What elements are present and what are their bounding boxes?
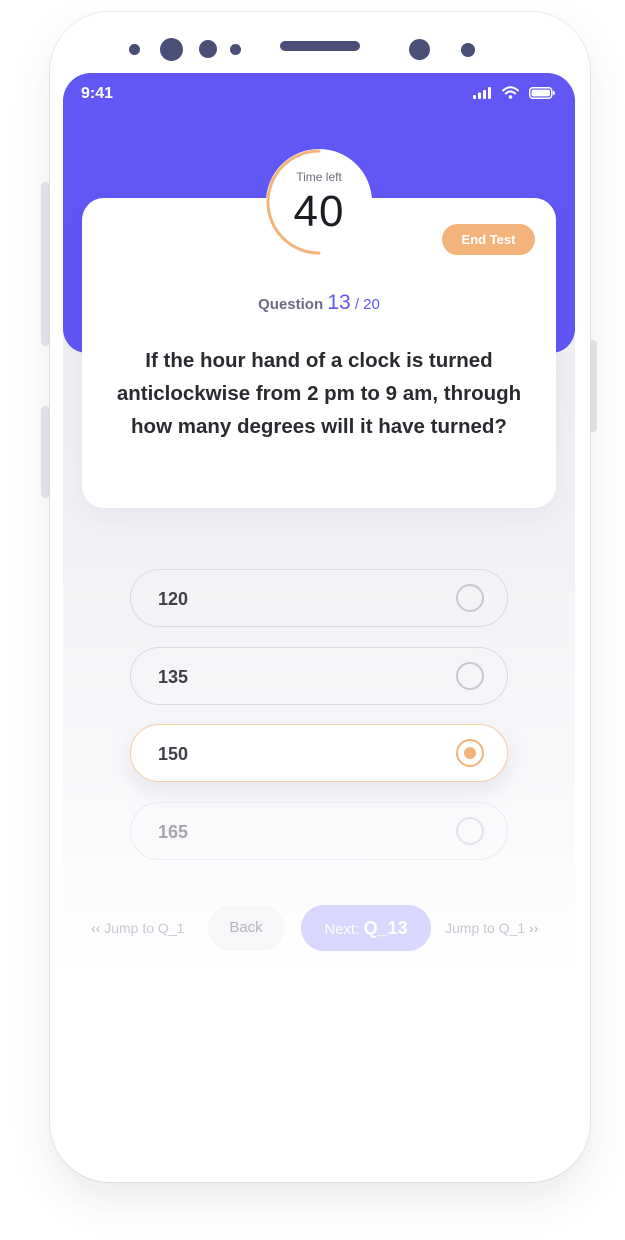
- radio-selected-icon[interactable]: [456, 739, 484, 767]
- question-text: If the hour hand of a clock is turned an…: [116, 349, 522, 438]
- back-button[interactable]: Back: [208, 905, 284, 951]
- double-chevron-right-icon: ››: [529, 920, 539, 936]
- question-counter: Question 13 / 20: [82, 291, 556, 315]
- answer-option-2[interactable]: 135: [130, 647, 508, 705]
- jump-prev-label: Jump to Q_1: [104, 920, 185, 936]
- option-label: 135: [158, 667, 189, 687]
- countdown-timer: Time left 40: [266, 149, 372, 255]
- double-chevron-left-icon: ‹‹: [91, 920, 101, 936]
- option-label: 120: [158, 589, 189, 609]
- signal-icon: [473, 86, 491, 99]
- camera-dot-icon: [129, 44, 140, 55]
- next-target: Q_13: [363, 918, 408, 938]
- timer-value: 40: [293, 187, 345, 236]
- answer-option-4[interactable]: 165: [130, 802, 508, 860]
- radio-icon[interactable]: [456, 662, 484, 690]
- proximity-sensor-icon: [461, 43, 475, 57]
- front-camera-icon: [409, 39, 430, 60]
- sensor-icon: [199, 40, 217, 58]
- app-screen: 9:41 Time left 40 End Test Question 13 /…: [63, 73, 575, 1083]
- speaker-grille: [280, 41, 360, 51]
- phone-side-button: [41, 182, 50, 346]
- status-time: 9:41: [81, 85, 114, 102]
- status-bar: 9:41: [63, 73, 575, 117]
- question-total: / 20: [354, 296, 380, 313]
- option-label: 165: [158, 822, 189, 842]
- answer-option-3[interactable]: 150: [130, 724, 508, 782]
- battery-icon: [529, 86, 555, 99]
- next-button[interactable]: Next: Q_13: [301, 905, 431, 951]
- radio-icon[interactable]: [456, 817, 484, 845]
- answer-option-1[interactable]: 120: [130, 569, 508, 627]
- sensor-dot-icon: [230, 44, 241, 55]
- jump-prev-link[interactable]: ‹‹ Jump to Q_1: [91, 905, 184, 951]
- camera-lens-icon: [160, 38, 183, 61]
- jump-next-label: Jump to Q_1: [445, 920, 526, 936]
- jump-next-link[interactable]: Jump to Q_1 ››: [445, 905, 538, 951]
- timer-label: Time left: [296, 170, 342, 184]
- status-icons: [473, 86, 555, 99]
- option-label: 150: [158, 744, 189, 764]
- next-label: Next:: [324, 921, 360, 938]
- end-test-button[interactable]: End Test: [442, 224, 535, 255]
- radio-icon[interactable]: [456, 584, 484, 612]
- question-current: 13: [327, 291, 351, 314]
- phone-side-button: [41, 406, 50, 498]
- wifi-icon: [502, 86, 519, 99]
- question-prefix: Question: [258, 296, 324, 313]
